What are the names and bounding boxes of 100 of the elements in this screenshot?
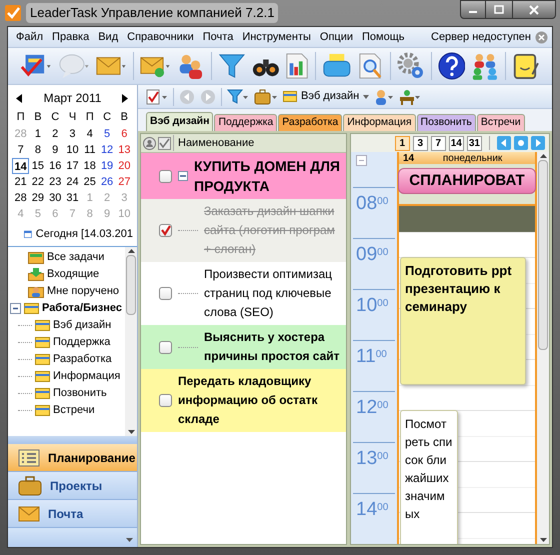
close-button[interactable]	[512, 0, 556, 19]
tree-item[interactable]: Работа/Бизнес	[42, 300, 122, 317]
menu-item[interactable]: Помощь	[362, 28, 405, 46]
view-button[interactable]: 1	[394, 136, 410, 150]
tree-item[interactable]: Позвонить	[53, 385, 107, 402]
calendar-day[interactable]: 21	[12, 174, 30, 190]
tree-item[interactable]: Разработка	[53, 351, 112, 368]
calendar-day[interactable]: 22	[29, 174, 47, 190]
tab[interactable]: Позвонить	[416, 114, 476, 131]
checkbox[interactable]	[159, 394, 172, 407]
calendar-day[interactable]: 30	[46, 190, 64, 206]
menu-item[interactable]: Почта	[202, 28, 234, 46]
calendar-day[interactable]: 18	[81, 158, 98, 174]
calendar-day[interactable]: 23	[46, 174, 64, 190]
tab[interactable]: Информация	[343, 114, 416, 131]
tree-item[interactable]: Все задачи	[47, 249, 104, 266]
today-link[interactable]: Сегодня [14.03.201	[36, 226, 133, 242]
calendar-day[interactable]: 1	[29, 126, 47, 142]
tree-item[interactable]: Мне поручено	[47, 283, 120, 300]
gear-icon[interactable]	[396, 51, 425, 81]
menu-item[interactable]: Вид	[98, 28, 118, 46]
nav-button[interactable]: Планирование	[8, 444, 137, 472]
tree-item[interactable]: Входящие	[47, 266, 100, 283]
menu-item[interactable]: Инструменты	[242, 28, 311, 46]
chart-document-icon[interactable]	[285, 51, 310, 81]
calendar-day[interactable]: 11	[81, 142, 98, 158]
calendar-day[interactable]: 14	[12, 158, 30, 174]
calendar-day[interactable]: 3	[64, 126, 82, 142]
task-checklist-icon[interactable]	[146, 88, 168, 104]
calendar-day[interactable]: 17	[64, 158, 82, 174]
calendar-day[interactable]: 19	[98, 158, 116, 174]
calendar-day[interactable]: 6	[116, 126, 133, 142]
help-icon[interactable]	[438, 51, 466, 81]
scrollbar[interactable]	[537, 152, 549, 544]
event-card[interactable]: Подготовить ppt презентацию к семинару	[400, 257, 526, 384]
person-icon[interactable]	[374, 88, 394, 104]
people-icon[interactable]	[471, 51, 500, 81]
calendar-day[interactable]: 9	[46, 142, 64, 158]
calendar-day[interactable]: 25	[81, 174, 98, 190]
calendar-day[interactable]: 26	[98, 174, 116, 190]
checkbox[interactable]	[159, 170, 172, 182]
menu-item[interactable]: Справочники	[127, 28, 194, 46]
calendar-day[interactable]: 27	[116, 174, 133, 190]
task-row[interactable]: Передать кладовщику информацию об остатк складе	[141, 369, 346, 432]
task-row[interactable]: КУПИТЬ ДОМЕН ДЛЯ ПРОДУКТА	[141, 153, 346, 199]
scroll-up-icon[interactable]	[128, 247, 134, 255]
calendar-day[interactable]: 5	[98, 126, 116, 142]
view-button[interactable]: 3	[412, 136, 428, 150]
task-row[interactable]: Выяснить у хостера причины простоя сайт	[141, 325, 346, 369]
calendar-day[interactable]: 15	[29, 158, 47, 174]
dropdown-arrow-icon[interactable]	[126, 538, 133, 543]
checkbox[interactable]	[159, 224, 172, 237]
previous-month-icon[interactable]	[16, 94, 23, 102]
tree-item[interactable]: Встречи	[53, 402, 95, 419]
previous-day-icon[interactable]	[497, 136, 511, 150]
tree-item[interactable]: Информация	[53, 368, 120, 385]
scroll-down-icon[interactable]	[128, 428, 134, 436]
event-card[interactable]: Посмотреть список ближайших значимых	[400, 410, 458, 544]
calendar-day[interactable]: 10	[64, 142, 82, 158]
calendar-day[interactable]: 20	[116, 158, 133, 174]
nav-button[interactable]: Проекты	[8, 472, 137, 500]
calendar-day[interactable]: 4	[81, 126, 98, 142]
calendar-day[interactable]: 2	[46, 126, 64, 142]
tab[interactable]: Встречи	[476, 114, 525, 131]
tree-item[interactable]: Вэб дизайн	[53, 317, 112, 334]
scrollbar[interactable]	[125, 247, 137, 436]
view-button[interactable]: 14	[448, 136, 464, 150]
next-month-icon[interactable]	[122, 94, 129, 102]
calendar-day[interactable]: 12	[98, 142, 116, 158]
tree-item[interactable]: Поддержка	[53, 334, 110, 351]
calendar-day[interactable]: 29	[29, 190, 47, 206]
calendar-day[interactable]: 31	[64, 190, 82, 206]
today-icon[interactable]	[514, 136, 528, 150]
checkbox[interactable]	[159, 340, 172, 354]
collapse-icon[interactable]	[178, 171, 188, 181]
calendar-day[interactable]: 13	[116, 142, 133, 158]
plan-button[interactable]: СПЛАНИРОВАТ	[398, 168, 536, 194]
person-desk-icon[interactable]	[399, 88, 422, 104]
note-icon[interactable]	[512, 51, 540, 81]
minimize-button[interactable]	[460, 0, 486, 19]
calendar-day[interactable]: 28	[12, 190, 30, 206]
close-icon[interactable]	[535, 30, 548, 44]
folder-dropdown[interactable]: Вэб дизайн	[283, 88, 370, 105]
scroll-up-icon[interactable]	[540, 152, 546, 160]
calendar-day[interactable]: 24	[64, 174, 82, 190]
briefcase-icon[interactable]	[254, 88, 278, 104]
menu-item[interactable]: Опции	[320, 28, 354, 46]
calendar-day[interactable]: 7	[12, 142, 30, 158]
scroll-down-icon[interactable]	[540, 536, 546, 544]
calendar-day[interactable]: 8	[29, 142, 47, 158]
view-button[interactable]: 7	[430, 136, 446, 150]
tab[interactable]: Поддержка	[214, 114, 278, 131]
tab[interactable]: Вэб дизайн	[146, 112, 214, 131]
maximize-button[interactable]	[486, 0, 512, 19]
collapse-icon[interactable]	[10, 303, 21, 314]
view-button[interactable]: 31	[466, 136, 482, 150]
checkbox[interactable]	[159, 287, 172, 300]
menu-item[interactable]: Файл	[16, 28, 44, 46]
menu-item[interactable]: Правка	[52, 28, 90, 46]
nav-button[interactable]: Почта	[8, 500, 137, 528]
